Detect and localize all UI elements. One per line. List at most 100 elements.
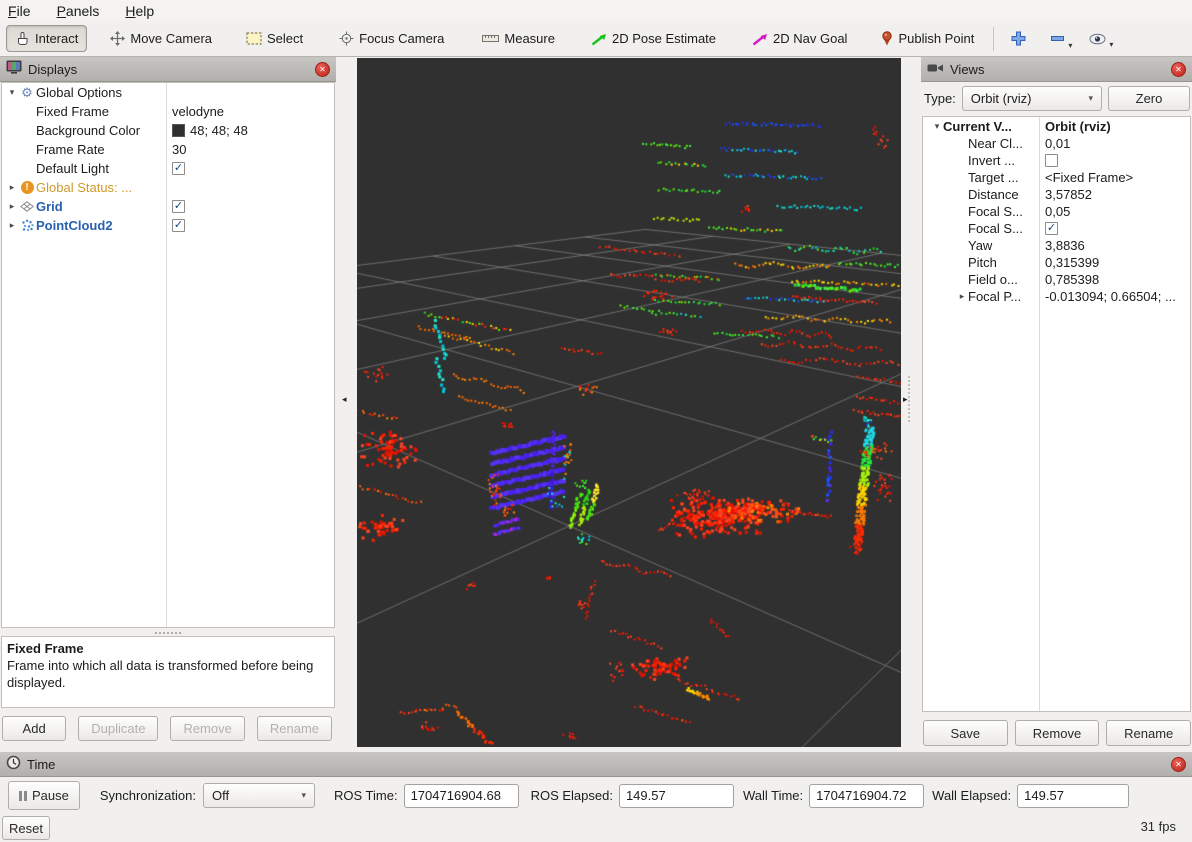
property-value[interactable]: 0,01 <box>1039 136 1070 151</box>
display-name-label: Grid <box>36 199 63 214</box>
tree-row-fixed-frame[interactable]: Fixed Frame velodyne <box>2 102 334 121</box>
tree-row-background-color[interactable]: Background Color 48; 48; 48 <box>2 121 334 140</box>
toolbar: Interact Move Camera Select Focus Camera… <box>0 21 1192 57</box>
displays-panel-header[interactable]: Displays ✕ <box>0 57 336 82</box>
checkbox-unchecked[interactable] <box>1045 154 1058 167</box>
chevron-down-icon: ▾ <box>1088 93 1093 104</box>
property-value[interactable]: 30 <box>166 142 186 157</box>
add-tool-button[interactable] <box>1004 26 1033 51</box>
tree-row-grid-display[interactable]: ▸ Grid ✓ <box>2 197 334 216</box>
nav-goal-tool-button[interactable]: 2D Nav Goal <box>743 25 856 52</box>
interact-tool-button[interactable]: Interact <box>6 25 87 52</box>
view-type-combobox[interactable]: Orbit (rviz) ▾ <box>962 86 1102 111</box>
tree-row-invert-zaxis[interactable]: Invert ... <box>923 152 1190 169</box>
tree-row-default-light[interactable]: Default Light ✓ <box>2 159 334 178</box>
tree-row-focal-shape-size[interactable]: Focal S... 0,05 <box>923 203 1190 220</box>
column-divider[interactable] <box>1039 117 1040 711</box>
rename-view-button[interactable]: Rename <box>1106 720 1191 746</box>
color-swatch <box>172 124 185 137</box>
expander-expanded-icon[interactable]: ▾ <box>6 87 18 98</box>
pause-icon <box>19 791 27 801</box>
property-label: Current V... <box>943 119 1012 134</box>
focus-camera-tool-label: Focus Camera <box>359 31 444 46</box>
tree-row-frame-rate[interactable]: Frame Rate 30 <box>2 140 334 159</box>
menu-file[interactable]: File <box>8 3 31 19</box>
tree-row-global-status[interactable]: ▸ ! Global Status: ... <box>2 178 334 197</box>
pause-button[interactable]: Pause <box>8 781 80 810</box>
property-value[interactable]: 0,05 <box>1039 204 1070 219</box>
splitter-handle[interactable] <box>908 376 910 422</box>
ros-elapsed-field[interactable] <box>619 784 734 808</box>
select-tool-button[interactable]: Select <box>237 25 312 52</box>
wall-elapsed-field[interactable] <box>1017 784 1129 808</box>
time-panel-title: Time <box>27 757 55 772</box>
tool-visibility-button[interactable]: ▾ <box>1082 28 1113 50</box>
focus-camera-tool-button[interactable]: Focus Camera <box>330 25 453 52</box>
close-displays-panel-button[interactable]: ✕ <box>315 62 330 77</box>
save-view-button[interactable]: Save <box>923 720 1008 746</box>
duplicate-display-button: Duplicate <box>78 716 158 741</box>
measure-tool-button[interactable]: Measure <box>473 25 564 52</box>
time-panel-header[interactable]: Time ✕ <box>0 752 1192 777</box>
property-value[interactable]: 3,57852 <box>1039 187 1092 202</box>
tree-row-yaw[interactable]: Yaw 3,8836 <box>923 237 1190 254</box>
wall-elapsed-label: Wall Elapsed: <box>932 788 1011 803</box>
close-time-panel-button[interactable]: ✕ <box>1171 757 1186 772</box>
checkbox-checked[interactable]: ✓ <box>1045 222 1058 235</box>
dropdown-arrow-icon: ▾ <box>1109 40 1113 49</box>
tree-row-target-frame[interactable]: Target ... <Fixed Frame> <box>923 169 1190 186</box>
menu-help[interactable]: Help <box>125 3 154 19</box>
reset-button[interactable]: Reset <box>2 816 50 840</box>
tree-row-global-options[interactable]: ▾ ⚙ Global Options <box>2 83 334 102</box>
expander-collapsed-icon[interactable]: ▸ <box>6 182 18 193</box>
expander-expanded-icon[interactable]: ▾ <box>931 121 943 132</box>
eye-icon <box>1089 33 1106 45</box>
pose-estimate-tool-label: 2D Pose Estimate <box>612 31 716 46</box>
sync-combobox[interactable]: Off ▾ <box>203 783 315 808</box>
property-value[interactable]: 3,8836 <box>1039 238 1085 253</box>
checkbox-checked[interactable]: ✓ <box>172 219 185 232</box>
ros-elapsed-label: ROS Elapsed: <box>531 788 613 803</box>
expander-collapsed-icon[interactable]: ▸ <box>6 220 18 231</box>
menu-panels[interactable]: Panels <box>57 3 100 19</box>
expander-collapsed-icon[interactable]: ▸ <box>6 201 18 212</box>
tree-row-pitch[interactable]: Pitch 0,315399 <box>923 254 1190 271</box>
tree-row-field-of-view[interactable]: Field o... 0,785398 <box>923 271 1190 288</box>
ros-time-field[interactable] <box>404 784 519 808</box>
checkbox-checked[interactable]: ✓ <box>172 200 185 213</box>
wall-time-field[interactable] <box>809 784 924 808</box>
pose-estimate-tool-button[interactable]: 2D Pose Estimate <box>582 25 725 52</box>
sync-value: Off <box>212 788 229 803</box>
menu-bar: File Panels Help <box>0 0 1192 21</box>
clock-icon <box>6 755 21 773</box>
views-panel-header[interactable]: Views ✕ <box>921 57 1192 82</box>
move-camera-tool-button[interactable]: Move Camera <box>101 25 221 52</box>
pointcloud-icon <box>18 219 36 232</box>
tree-row-pointcloud2-display[interactable]: ▸ PointCloud2 ✓ <box>2 216 334 235</box>
3d-viewport-canvas[interactable] <box>357 58 901 747</box>
property-value[interactable]: -0.013094; 0.66504; ... <box>1039 289 1176 304</box>
expander-collapsed-icon[interactable]: ▸ <box>956 291 968 302</box>
tree-row-focal-point[interactable]: ▸ Focal P... -0.013094; 0.66504; ... <box>923 288 1190 305</box>
plus-icon <box>1011 31 1026 46</box>
tree-row-focal-shape-fixed[interactable]: Focal S... ✓ <box>923 220 1190 237</box>
column-divider[interactable] <box>166 83 167 627</box>
checkbox-checked[interactable]: ✓ <box>172 162 185 175</box>
property-value: 48; 48; 48 <box>190 123 248 138</box>
tree-row-distance[interactable]: Distance 3,57852 <box>923 186 1190 203</box>
collapse-left-splitter[interactable]: ◂ <box>342 393 354 405</box>
close-views-panel-button[interactable]: ✕ <box>1171 62 1186 77</box>
property-value[interactable]: <Fixed Frame> <box>1039 170 1133 185</box>
publish-point-tool-button[interactable]: Publish Point <box>872 25 983 52</box>
gear-icon: ⚙ <box>18 86 36 99</box>
remove-tool-button[interactable]: ▾ <box>1043 26 1072 51</box>
remove-view-button[interactable]: Remove <box>1015 720 1100 746</box>
property-value[interactable]: 0,785398 <box>1039 272 1099 287</box>
property-value[interactable]: 0,315399 <box>1039 255 1099 270</box>
property-value[interactable]: velodyne <box>166 104 224 119</box>
add-display-button[interactable]: Add <box>2 716 66 741</box>
zero-button[interactable]: Zero <box>1108 86 1190 111</box>
focus-crosshair-icon <box>339 31 354 46</box>
tree-row-near-clip[interactable]: Near Cl... 0,01 <box>923 135 1190 152</box>
tree-row-current-view[interactable]: ▾ Current V... Orbit (rviz) <box>923 117 1190 135</box>
